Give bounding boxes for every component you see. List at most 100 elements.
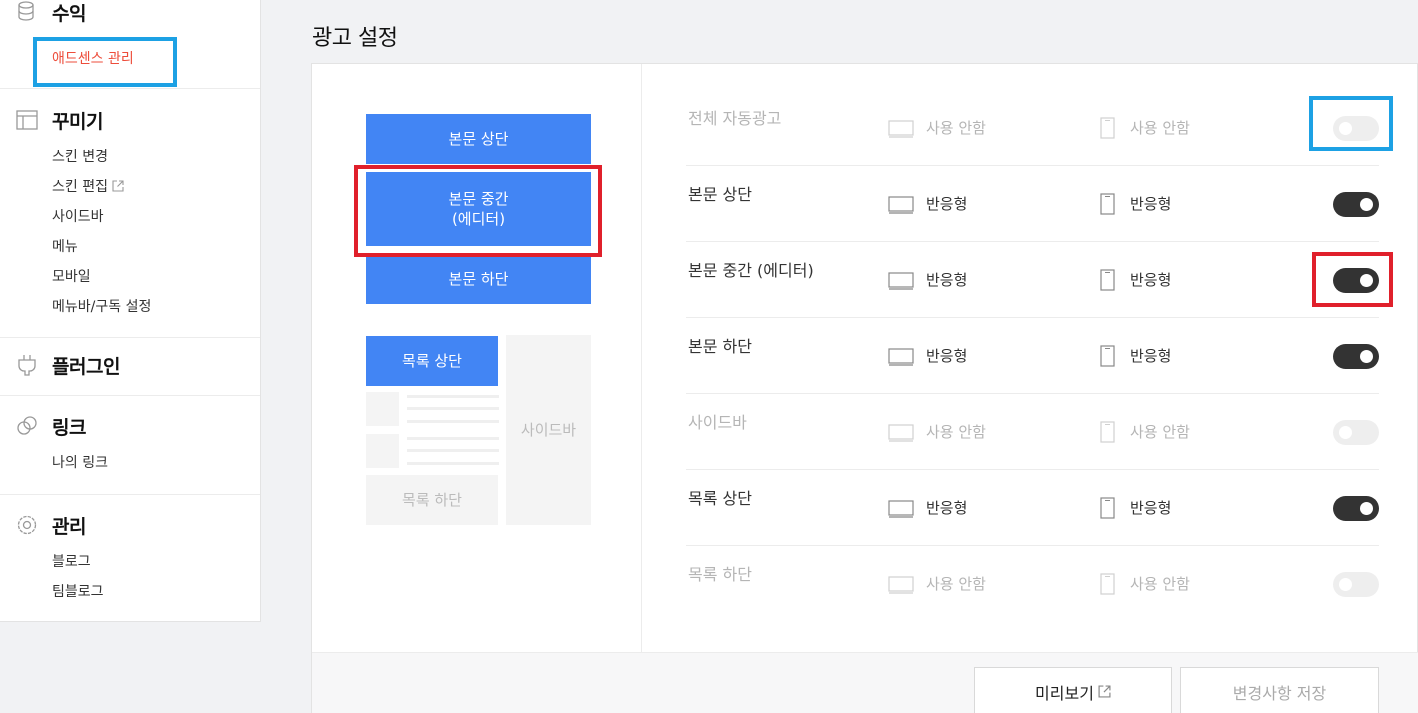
sidebar-title-plugin[interactable]: 플러그인 [52,352,120,379]
sidebar-item-label: 스킨 편집 [52,179,108,195]
preview-list-line [407,395,499,398]
preview-body-middle-line2: (에디터) [451,210,506,228]
sidebar-item-my-link[interactable]: 나의 링크 [52,452,108,472]
sidebar-section-decorate: 꾸미기 스킨 변경 스킨 편집 사이드바 메뉴 모바일 메뉴바/구독 설정 [0,89,260,338]
setting-pc-value[interactable]: 반응형 [926,497,967,518]
setting-row-body-middle: 본문 중간 (에디터) 반응형 반응형 [686,241,1379,318]
setting-row-body-bottom: 본문 하단 반응형 반응형 [686,317,1379,394]
setting-toggle[interactable] [1333,572,1379,597]
setting-pc-value[interactable]: 반응형 [926,193,967,214]
setting-row-auto-ads: 전체 자동광고 사용 안함 사용 안함 [686,89,1379,166]
setting-row-sidebar: 사이드바 사용 안함 사용 안함 [686,393,1379,470]
sidebar-item-menu[interactable]: 메뉴 [52,236,78,256]
sidebar-item-mobile[interactable]: 모바일 [52,266,91,286]
setting-pc-value[interactable]: 사용 안함 [926,573,986,594]
preview-button[interactable]: 미리보기 [974,667,1172,713]
preview-button-label: 미리보기 [1035,684,1094,703]
setting-pc-value[interactable]: 사용 안함 [926,117,986,138]
setting-toggle[interactable] [1333,268,1379,293]
toggle-knob [1360,502,1373,515]
setting-name: 목록 하단 [688,565,752,584]
monitor-icon [888,272,914,294]
setting-mobile-value[interactable]: 반응형 [1130,497,1171,518]
ad-settings-panel: 본문 상단 본문 중간 (에디터) 본문 하단 목록 상단 사이드바 목록 하단… [311,63,1418,713]
toggle-knob [1339,578,1352,591]
external-link-icon [1098,683,1111,702]
setting-mobile-value[interactable]: 반응형 [1130,345,1171,366]
toggle-knob [1339,426,1352,439]
mobile-icon [1100,269,1115,295]
mobile-icon [1100,497,1115,523]
setting-toggle[interactable] [1333,496,1379,521]
setting-name: 본문 상단 [688,185,752,204]
mobile-icon [1100,573,1115,599]
setting-pc-value[interactable]: 반응형 [926,345,967,366]
sidebar-item-menubar[interactable]: 메뉴바/구독 설정 [52,296,151,316]
layout-icon [16,109,38,131]
sidebar-section-link: 링크 나의 링크 [0,396,260,495]
setting-pc-value[interactable]: 사용 안함 [926,421,986,442]
toggle-knob [1360,274,1373,287]
monitor-icon [888,500,914,522]
sidebar-title-revenue[interactable]: 수익 [52,0,86,26]
toggle-knob [1360,350,1373,363]
preview-list-line [407,449,499,452]
monitor-icon [888,424,914,446]
monitor-icon [888,348,914,370]
preview-list-line [407,462,499,465]
setting-toggle[interactable] [1333,420,1379,445]
monitor-icon [888,120,914,142]
preview-list-line [407,420,499,423]
setting-name: 본문 하단 [688,337,752,356]
sidebar-item-blog[interactable]: 블로그 [52,551,91,571]
sidebar-item-skin-change[interactable]: 스킨 변경 [52,146,108,166]
monitor-icon [888,576,914,598]
monitor-icon [888,196,914,218]
sidebar: 수익 애드센스 관리 꾸미기 스킨 변경 스킨 편집 사이드바 메뉴 모바일 메… [0,0,261,622]
setting-mobile-value[interactable]: 사용 안함 [1130,421,1190,442]
sidebar-item-team-blog[interactable]: 팀블로그 [52,581,104,601]
toggle-knob [1339,122,1352,135]
setting-name: 사이드바 [688,413,747,432]
page-title: 광고 설정 [312,26,398,51]
setting-toggle[interactable] [1333,192,1379,217]
setting-row-list-top: 목록 상단 반응형 반응형 [686,469,1379,546]
external-link-icon [112,180,124,196]
preview-list-bottom: 목록 하단 [366,475,498,525]
setting-toggle[interactable] [1333,116,1379,141]
ad-placement-preview: 본문 상단 본문 중간 (에디터) 본문 하단 목록 상단 사이드바 목록 하단 [312,64,642,652]
mobile-icon [1100,421,1115,447]
plug-icon [16,354,38,376]
setting-pc-value[interactable]: 반응형 [926,269,967,290]
setting-name: 목록 상단 [688,489,752,508]
setting-mobile-value[interactable]: 반응형 [1130,193,1171,214]
sidebar-title-decorate[interactable]: 꾸미기 [52,107,103,134]
preview-body-top: 본문 상단 [366,114,591,164]
sidebar-item-adsense[interactable]: 애드센스 관리 [52,48,134,68]
setting-mobile-value[interactable]: 반응형 [1130,269,1171,290]
sidebar-title-link[interactable]: 링크 [52,413,86,440]
mobile-icon [1100,193,1115,219]
sidebar-item-sidebar[interactable]: 사이드바 [52,206,104,226]
preview-list-top: 목록 상단 [366,336,498,386]
preview-body-middle: 본문 중간 (에디터) [366,172,591,246]
setting-mobile-value[interactable]: 사용 안함 [1130,573,1190,594]
sidebar-title-manage[interactable]: 관리 [52,512,86,539]
save-changes-button[interactable]: 변경사항 저장 [1180,667,1379,713]
preview-list-thumb [366,392,399,426]
sidebar-section-manage: 관리 블로그 팀블로그 [0,495,260,622]
mobile-icon [1100,345,1115,371]
mobile-icon [1100,117,1115,143]
preview-list-line [407,407,499,410]
preview-body-bottom: 본문 하단 [366,254,591,304]
sidebar-section-plugin: 플러그인 [0,338,260,396]
setting-mobile-value[interactable]: 사용 안함 [1130,117,1190,138]
setting-name: 본문 중간 (에디터) [688,261,814,280]
setting-toggle[interactable] [1333,344,1379,369]
toggle-knob [1360,198,1373,211]
gear-icon [16,514,38,536]
preview-list-thumb [366,434,399,468]
preview-list-line [407,437,499,440]
sidebar-item-skin-edit[interactable]: 스킨 편집 [52,176,124,196]
database-icon [16,1,38,23]
